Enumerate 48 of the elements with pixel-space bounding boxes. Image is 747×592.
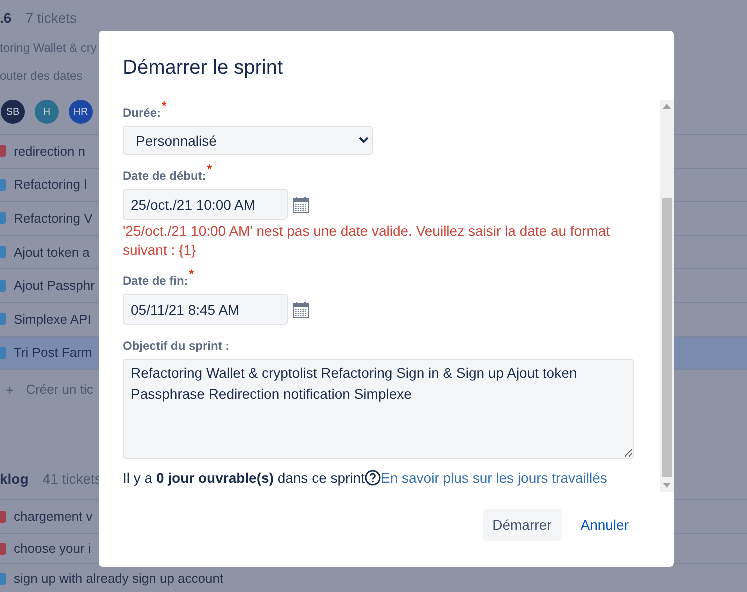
help-icon[interactable] <box>365 470 381 486</box>
issue-type-icon <box>0 346 6 359</box>
ticket-count: 7 tickets <box>26 10 78 26</box>
issue-title: chargement v <box>14 509 93 524</box>
duration-select[interactable]: Personnalisé <box>123 126 373 155</box>
field-label: Objectif du sprint : <box>123 339 230 353</box>
plus-icon: + <box>6 382 14 398</box>
issue-title: Ajout Passphr <box>14 278 95 294</box>
issue-type-icon <box>0 542 6 555</box>
issue-title: redirection n <box>14 144 86 159</box>
required-marker: * <box>207 163 212 178</box>
field-label: Date de début: <box>123 169 206 183</box>
issue-type-icon <box>0 212 6 224</box>
avatar[interactable]: SB <box>1 100 25 124</box>
field-label: Date de fin: <box>123 274 188 288</box>
required-marker: * <box>189 268 194 283</box>
avatar[interactable]: HR <box>69 100 93 124</box>
field-label: Durée: <box>123 106 162 120</box>
cancel-button[interactable]: Annuler <box>570 509 639 541</box>
start-button[interactable]: Démarrer <box>482 509 562 541</box>
sprint-name: .6 <box>0 10 12 26</box>
required-marker: * <box>162 100 167 115</box>
calendar-icon[interactable] <box>292 300 310 318</box>
issue-title: sign up with already sign up account <box>14 571 224 586</box>
issue-title: Refactoring l <box>14 177 87 192</box>
date-field[interactable]: 05/11/21 8:45 AM <box>123 294 288 325</box>
issue-title: choose your i <box>14 541 92 556</box>
sprint-goal: toring Wallet & cry <box>0 41 97 55</box>
error-message: '25/oct./21 10:00 AM' nest pas une date valide. Veuillez saisir la date au format suivant : {1} <box>123 222 612 260</box>
issue-type-icon <box>0 313 6 326</box>
avatar[interactable]: H <box>35 100 59 124</box>
issue-title: Tri Post Farm <box>14 345 92 360</box>
issue-title: Refactoring V <box>14 210 93 226</box>
issue-type-icon <box>0 280 6 292</box>
calendar-icon[interactable] <box>292 196 310 214</box>
date-field[interactable]: 25/oct./21 10:00 AM <box>123 189 288 220</box>
issue-type-icon <box>0 145 6 158</box>
backlog-name: klog <box>0 471 29 488</box>
issue-title: Ajout token a <box>14 244 90 260</box>
dialog-title: Démarrer le sprint <box>122 56 284 81</box>
issue-type-icon <box>0 572 6 585</box>
issue-title: Simplexe API <box>14 312 92 327</box>
goal-field[interactable]: Refactoring Wallet & cryptolist Refactoring Sign in & Sign up Ajout token Passphrase Redirection notification Simplexe <box>123 359 634 459</box>
working-days-summary: Il y a 0 jour ouvrable(s) dans ce sprint <box>123 469 365 487</box>
issue-type-icon <box>0 246 6 258</box>
issue-type-icon <box>0 178 6 191</box>
issue-type-icon <box>0 510 6 523</box>
working-days-link[interactable]: En savoir plus sur les jours travaillés <box>381 469 608 487</box>
